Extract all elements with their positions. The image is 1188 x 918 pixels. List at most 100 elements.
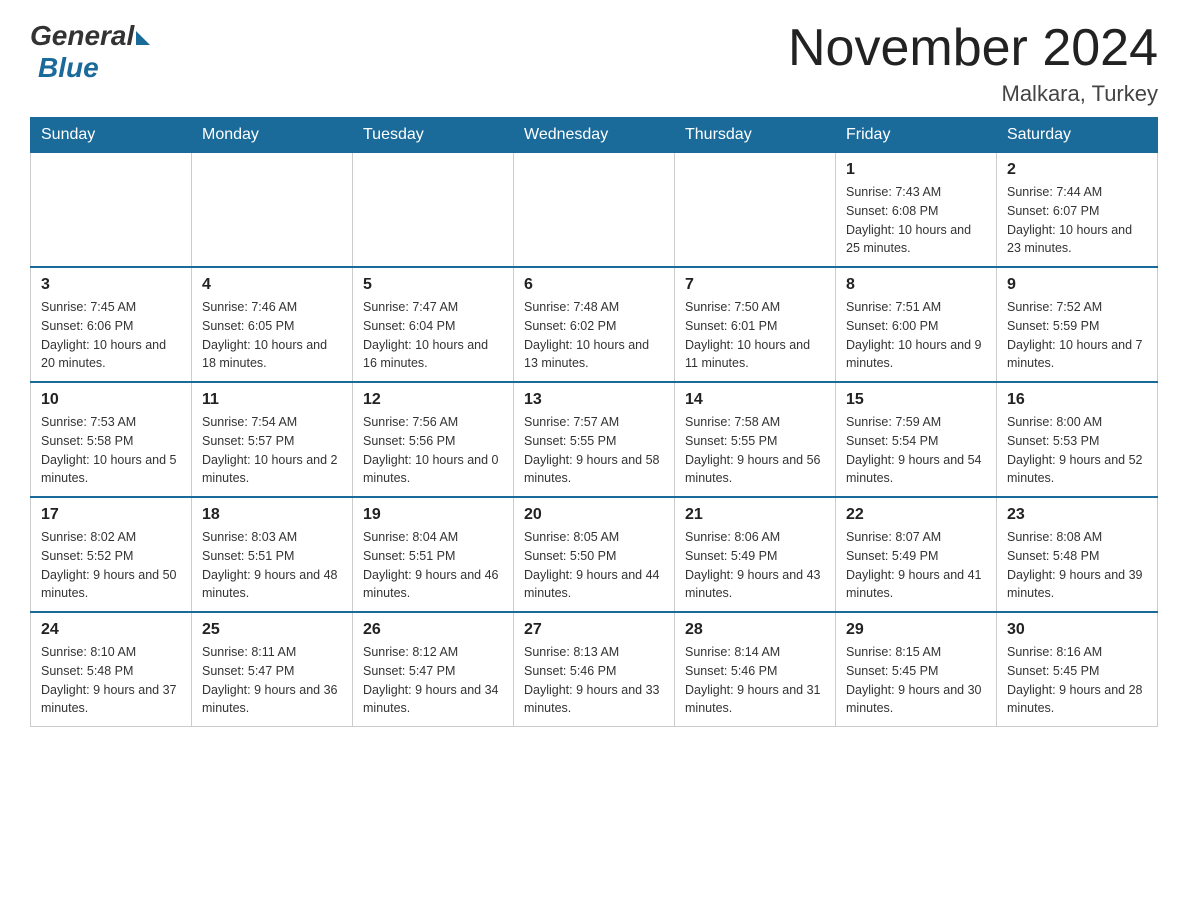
day-number: 4 (202, 276, 342, 294)
day-number: 11 (202, 391, 342, 409)
day-info: Sunrise: 8:14 AM Sunset: 5:46 PM Dayligh… (685, 643, 825, 718)
day-number: 1 (846, 161, 986, 179)
day-number: 24 (41, 621, 181, 639)
day-number: 7 (685, 276, 825, 294)
day-number: 20 (524, 506, 664, 524)
calendar-cell: 21Sunrise: 8:06 AM Sunset: 5:49 PM Dayli… (675, 497, 836, 612)
calendar-cell (514, 153, 675, 268)
day-info: Sunrise: 8:05 AM Sunset: 5:50 PM Dayligh… (524, 528, 664, 603)
month-title: November 2024 (788, 20, 1158, 77)
day-number: 13 (524, 391, 664, 409)
calendar-cell: 4 Sunrise: 7:46 AM Sunset: 6:05 PM Daylig… (192, 267, 353, 382)
day-info: Sunrise: 7:47 AM Sunset: 6:04 PM Dayligh… (363, 298, 503, 373)
calendar-cell: 9 Sunrise: 7:52 AM Sunset: 5:59 PM Daylig… (997, 267, 1158, 382)
day-number: 16 (1007, 391, 1147, 409)
day-info: Sunrise: 8:02 AM Sunset: 5:52 PM Dayligh… (41, 528, 181, 603)
day-number: 26 (363, 621, 503, 639)
calendar-cell: 3Sunrise: 7:45 AM Sunset: 6:06 PM Daylig… (31, 267, 192, 382)
day-info: Sunrise: 7:57 AM Sunset: 5:55 PM Dayligh… (524, 413, 664, 488)
day-number: 9 (1007, 276, 1147, 294)
calendar-week-row: 24 Sunrise: 8:10 AM Sunset: 5:48 PM Dayli… (31, 612, 1158, 727)
calendar-cell (675, 153, 836, 268)
day-info: Sunrise: 8:13 AM Sunset: 5:46 PM Dayligh… (524, 643, 664, 718)
day-number: 10 (41, 391, 181, 409)
calendar-week-row: 17 Sunrise: 8:02 AM Sunset: 5:52 PM Dayli… (31, 497, 1158, 612)
calendar-header-monday: Monday (192, 118, 353, 153)
calendar-header-wednesday: Wednesday (514, 118, 675, 153)
calendar-cell (31, 153, 192, 268)
calendar-header-saturday: Saturday (997, 118, 1158, 153)
calendar-cell: 27 Sunrise: 8:13 AM Sunset: 5:46 PM Dayli… (514, 612, 675, 727)
day-info: Sunrise: 7:59 AM Sunset: 5:54 PM Dayligh… (846, 413, 986, 488)
day-info: Sunrise: 7:53 AM Sunset: 5:58 PM Dayligh… (41, 413, 181, 488)
calendar-header-row: SundayMondayTuesdayWednesdayThursdayFrid… (31, 118, 1158, 153)
day-number: 12 (363, 391, 503, 409)
calendar-cell: 19 Sunrise: 8:04 AM Sunset: 5:51 PM Dayli… (353, 497, 514, 612)
day-info: Sunrise: 7:50 AM Sunset: 6:01 PM Dayligh… (685, 298, 825, 373)
logo-blue-text: Blue (38, 52, 99, 84)
calendar-cell: 30 Sunrise: 8:16 AM Sunset: 5:45 PM Dayli… (997, 612, 1158, 727)
day-info: Sunrise: 7:45 AM Sunset: 6:06 PM Dayligh… (41, 298, 181, 373)
calendar-cell (192, 153, 353, 268)
calendar-cell: 22 Sunrise: 8:07 AM Sunset: 5:49 PM Dayli… (836, 497, 997, 612)
calendar-cell: 12 Sunrise: 7:56 AM Sunset: 5:56 PM Dayli… (353, 382, 514, 497)
logo-arrow-icon (136, 31, 150, 45)
calendar-cell: 20 Sunrise: 8:05 AM Sunset: 5:50 PM Dayli… (514, 497, 675, 612)
day-info: Sunrise: 7:52 AM Sunset: 5:59 PM Dayligh… (1007, 298, 1147, 373)
day-info: Sunrise: 8:16 AM Sunset: 5:45 PM Dayligh… (1007, 643, 1147, 718)
calendar-cell: 26 Sunrise: 8:12 AM Sunset: 5:47 PM Dayli… (353, 612, 514, 727)
calendar-cell: 6 Sunrise: 7:48 AM Sunset: 6:02 PM Daylig… (514, 267, 675, 382)
day-info: Sunrise: 7:46 AM Sunset: 6:05 PM Dayligh… (202, 298, 342, 373)
calendar-cell: 17 Sunrise: 8:02 AM Sunset: 5:52 PM Dayli… (31, 497, 192, 612)
calendar-week-row: 3Sunrise: 7:45 AM Sunset: 6:06 PM Daylig… (31, 267, 1158, 382)
day-number: 6 (524, 276, 664, 294)
day-number: 22 (846, 506, 986, 524)
calendar-week-row: 1 Sunrise: 7:43 AM Sunset: 6:08 PM Daylig… (31, 153, 1158, 268)
calendar-cell: 24 Sunrise: 8:10 AM Sunset: 5:48 PM Dayli… (31, 612, 192, 727)
day-info: Sunrise: 8:12 AM Sunset: 5:47 PM Dayligh… (363, 643, 503, 718)
location-title: Malkara, Turkey (788, 81, 1158, 107)
calendar-cell: 29Sunrise: 8:15 AM Sunset: 5:45 PM Dayli… (836, 612, 997, 727)
day-info: Sunrise: 8:00 AM Sunset: 5:53 PM Dayligh… (1007, 413, 1147, 488)
day-number: 18 (202, 506, 342, 524)
day-number: 30 (1007, 621, 1147, 639)
day-number: 2 (1007, 161, 1147, 179)
day-info: Sunrise: 8:10 AM Sunset: 5:48 PM Dayligh… (41, 643, 181, 718)
calendar-cell: 11Sunrise: 7:54 AM Sunset: 5:57 PM Dayli… (192, 382, 353, 497)
day-number: 23 (1007, 506, 1147, 524)
day-info: Sunrise: 8:06 AM Sunset: 5:49 PM Dayligh… (685, 528, 825, 603)
calendar-cell: 18 Sunrise: 8:03 AM Sunset: 5:51 PM Dayli… (192, 497, 353, 612)
calendar-header-sunday: Sunday (31, 118, 192, 153)
day-info: Sunrise: 8:11 AM Sunset: 5:47 PM Dayligh… (202, 643, 342, 718)
day-number: 29 (846, 621, 986, 639)
logo: General Blue (30, 20, 150, 84)
day-info: Sunrise: 7:44 AM Sunset: 6:07 PM Dayligh… (1007, 183, 1147, 258)
day-number: 25 (202, 621, 342, 639)
calendar-cell: 10 Sunrise: 7:53 AM Sunset: 5:58 PM Dayli… (31, 382, 192, 497)
day-number: 27 (524, 621, 664, 639)
calendar-cell: 25 Sunrise: 8:11 AM Sunset: 5:47 PM Dayli… (192, 612, 353, 727)
day-number: 14 (685, 391, 825, 409)
logo-general-text: General (30, 20, 134, 52)
calendar-cell: 2 Sunrise: 7:44 AM Sunset: 6:07 PM Daylig… (997, 153, 1158, 268)
day-info: Sunrise: 7:48 AM Sunset: 6:02 PM Dayligh… (524, 298, 664, 373)
day-info: Sunrise: 8:04 AM Sunset: 5:51 PM Dayligh… (363, 528, 503, 603)
calendar-header-tuesday: Tuesday (353, 118, 514, 153)
day-info: Sunrise: 8:03 AM Sunset: 5:51 PM Dayligh… (202, 528, 342, 603)
page-header: General Blue November 2024 Malkara, Turk… (30, 20, 1158, 107)
day-info: Sunrise: 7:43 AM Sunset: 6:08 PM Dayligh… (846, 183, 986, 258)
calendar-cell: 28 Sunrise: 8:14 AM Sunset: 5:46 PM Dayli… (675, 612, 836, 727)
calendar-cell: 14 Sunrise: 7:58 AM Sunset: 5:55 PM Dayli… (675, 382, 836, 497)
day-info: Sunrise: 7:58 AM Sunset: 5:55 PM Dayligh… (685, 413, 825, 488)
day-info: Sunrise: 7:56 AM Sunset: 5:56 PM Dayligh… (363, 413, 503, 488)
day-number: 8 (846, 276, 986, 294)
calendar-cell: 5 Sunrise: 7:47 AM Sunset: 6:04 PM Daylig… (353, 267, 514, 382)
day-number: 28 (685, 621, 825, 639)
calendar-cell: 16 Sunrise: 8:00 AM Sunset: 5:53 PM Dayli… (997, 382, 1158, 497)
day-number: 15 (846, 391, 986, 409)
day-number: 5 (363, 276, 503, 294)
day-number: 19 (363, 506, 503, 524)
calendar-header-friday: Friday (836, 118, 997, 153)
day-info: Sunrise: 8:07 AM Sunset: 5:49 PM Dayligh… (846, 528, 986, 603)
day-number: 17 (41, 506, 181, 524)
